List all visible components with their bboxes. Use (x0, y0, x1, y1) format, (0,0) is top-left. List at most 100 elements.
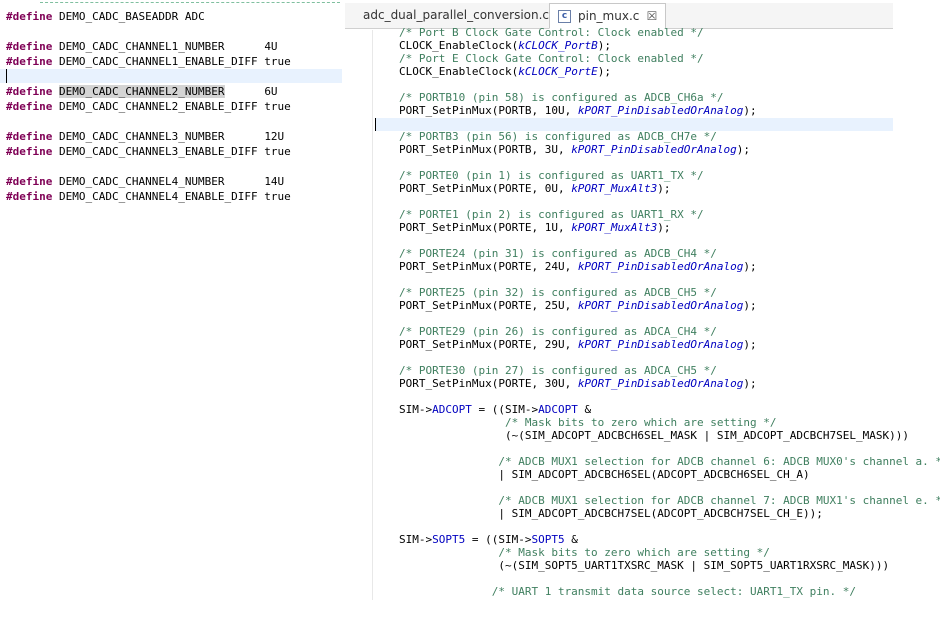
code-text: = ((SIM-> (471, 403, 539, 416)
comment-line[interactable]: /* PORTE29 (pin 26) is configured as ADC… (399, 325, 940, 338)
empty-code-line[interactable] (399, 78, 940, 91)
empty-code-line[interactable] (6, 69, 291, 84)
code-text: ); (743, 377, 757, 390)
code-line[interactable]: #define DEMO_CADC_CHANNEL2_ENABLE_DIFF t… (6, 99, 291, 114)
code-text: & (577, 403, 592, 416)
macro-name: DEMO_CADC_CHANNEL1_NUMBER (58, 40, 225, 53)
comment-line[interactable]: /* PORTB10 (pin 58) is configured as ADC… (399, 91, 940, 104)
code-line[interactable]: #define DEMO_CADC_BASEADDR ADC (6, 9, 291, 24)
comment-line[interactable]: /* PORTE30 (pin 27) is configured as ADC… (399, 364, 940, 377)
comment-line[interactable]: /* PORTB3 (pin 56) is configured as ADCB… (399, 130, 940, 143)
macro-name: DEMO_CADC_CHANNEL4_ENABLE_DIFF (58, 190, 258, 203)
code-line[interactable]: #define DEMO_CADC_CHANNEL4_ENABLE_DIFF t… (6, 189, 291, 204)
empty-code-line[interactable] (399, 520, 940, 533)
code-line[interactable]: CLOCK_EnableClock(kCLOCK_PortB); (399, 39, 940, 52)
field-name: SOPT5 (432, 533, 466, 546)
keyword-define: #define (6, 100, 53, 113)
comment-line[interactable]: /* PORTE25 (pin 32) is configured as ADC… (399, 286, 940, 299)
code-text: ); (597, 39, 611, 52)
code-text: SIM-> (399, 533, 433, 546)
enum-value: kCLOCK_PortE (518, 65, 598, 78)
code-text: ); (597, 65, 611, 78)
code-line[interactable]: SIM->ADCOPT = ((SIM->ADCOPT & (399, 403, 940, 416)
code-line[interactable]: PORT_SetPinMux(PORTE, 29U, kPORT_PinDisa… (399, 338, 940, 351)
comment-line[interactable]: /* Port E Clock Gate Control: Clock enab… (399, 52, 940, 65)
code-line[interactable]: PORT_SetPinMux(PORTE, 24U, kPORT_PinDisa… (399, 260, 940, 273)
code-text: CLOCK_EnableClock( (399, 39, 519, 52)
macro-name: DEMO_CADC_CHANNEL1_ENABLE_DIFF (58, 55, 258, 68)
enum-value: kPORT_PinDisabledOrAnalog (571, 143, 737, 156)
keyword-define: #define (6, 40, 53, 53)
empty-code-line[interactable] (6, 114, 291, 129)
enum-value: kPORT_MuxAlt3 (571, 182, 658, 195)
code-line[interactable]: PORT_SetPinMux(PORTB, 10U, kPORT_PinDisa… (399, 104, 940, 117)
left-code-editor[interactable]: #define DEMO_CADC_BASEADDR ADC #define D… (0, 0, 345, 632)
empty-code-line[interactable] (399, 481, 940, 494)
macro-value: true (264, 100, 291, 113)
field-name: ADCOPT (432, 403, 472, 416)
comment-line[interactable]: /* ADCB MUX1 selection for ADCB channel … (399, 455, 940, 468)
code-line[interactable]: #define DEMO_CADC_CHANNEL1_NUMBER 4U (6, 39, 291, 54)
empty-code-line[interactable] (399, 195, 940, 208)
code-line[interactable]: | SIM_ADCOPT_ADCBCH6SEL(ADCOPT_ADCBCH6SE… (399, 468, 940, 481)
keyword-define: #define (6, 130, 53, 143)
macro-name: DEMO_CADC_CHANNEL4_NUMBER (58, 175, 225, 188)
empty-code-line[interactable] (399, 117, 940, 130)
empty-code-line[interactable] (399, 312, 940, 325)
comment-line[interactable]: /* Mask bits to zero which are setting *… (399, 416, 940, 429)
code-line[interactable]: PORT_SetPinMux(PORTE, 1U, kPORT_MuxAlt3)… (399, 221, 940, 234)
comment-line[interactable]: /* PORTE24 (pin 31) is configured as ADC… (399, 247, 940, 260)
macro-value: 14U (264, 175, 285, 188)
macro-name: DEMO_CADC_CHANNEL2_ENABLE_DIFF (58, 100, 258, 113)
code-line[interactable]: SIM->SOPT5 = ((SIM->SOPT5 & (399, 533, 940, 546)
tab-adc-dual-parallel-conversion[interactable]: adc_dual_parallel_conversion.c (355, 3, 557, 28)
code-line[interactable]: #define DEMO_CADC_CHANNEL3_NUMBER 12U (6, 129, 291, 144)
code-line[interactable]: (~(SIM_ADCOPT_ADCBCH6SEL_MASK | SIM_ADCO… (399, 429, 940, 442)
editor-ruler (372, 30, 373, 600)
empty-code-line[interactable] (6, 159, 291, 174)
macro-value: true (264, 190, 291, 203)
code-line[interactable]: #define DEMO_CADC_CHANNEL4_NUMBER 14U (6, 174, 291, 189)
text-caret (375, 118, 376, 131)
code-line[interactable]: (~(SIM_SOPT5_UART1TXSRC_MASK | SIM_SOPT5… (399, 559, 940, 572)
enum-value: kPORT_PinDisabledOrAnalog (577, 260, 744, 273)
comment-line[interactable]: /* Mask bits to zero which are setting *… (399, 546, 940, 559)
comment-line[interactable]: /* PORTE1 (pin 2) is configured as UART1… (399, 208, 940, 221)
right-code-area[interactable]: /* Port B Clock Gate Control: Clock enab… (399, 26, 940, 598)
empty-code-line[interactable] (399, 273, 940, 286)
code-line[interactable]: #define DEMO_CADC_CHANNEL3_ENABLE_DIFF t… (6, 144, 291, 159)
code-text: ); (736, 143, 751, 156)
comment-line[interactable]: /* Port B Clock Gate Control: Clock enab… (399, 26, 940, 39)
code-line[interactable]: CLOCK_EnableClock(kCLOCK_PortE); (399, 65, 940, 78)
macro-name-selected: DEMO_CADC_CHANNEL2_NUMBER (58, 85, 225, 98)
empty-code-line[interactable] (399, 390, 940, 403)
comment-line[interactable]: /* ADCB MUX1 selection for ADCB channel … (399, 494, 940, 507)
empty-code-line[interactable] (399, 234, 940, 247)
macro-value: 12U (264, 130, 285, 143)
code-line[interactable]: PORT_SetPinMux(PORTE, 25U, kPORT_PinDisa… (399, 299, 940, 312)
comment-line[interactable]: /* PORTE0 (pin 1) is configured as UART1… (399, 169, 940, 182)
editor-top-divider (40, 2, 340, 3)
right-code-editor[interactable]: adc_dual_parallel_conversion.c c pin_mux… (345, 0, 940, 632)
comment-line[interactable]: /* UART 1 transmit data source select: U… (399, 585, 940, 598)
macro-value: true (264, 145, 291, 158)
empty-code-line[interactable] (399, 442, 940, 455)
empty-code-line[interactable] (399, 156, 940, 169)
left-code-area[interactable]: #define DEMO_CADC_BASEADDR ADC #define D… (6, 9, 291, 204)
empty-code-line[interactable] (399, 572, 940, 585)
empty-code-line[interactable] (399, 351, 940, 364)
code-line[interactable]: PORT_SetPinMux(PORTB, 3U, kPORT_PinDisab… (399, 143, 940, 156)
keyword-define: #define (6, 85, 53, 98)
code-line[interactable]: | SIM_ADCOPT_ADCBCH7SEL(ADCOPT_ADCBCH7SE… (399, 507, 940, 520)
code-line[interactable]: #define DEMO_CADC_CHANNEL2_NUMBER 6U (6, 84, 291, 99)
macro-value: ADC (184, 10, 205, 23)
code-text: PORT_SetPinMux(PORTE, 1U, (399, 221, 572, 234)
code-line[interactable]: PORT_SetPinMux(PORTE, 30U, kPORT_PinDisa… (399, 377, 940, 390)
enum-value: kCLOCK_PortB (518, 39, 598, 52)
macro-name: DEMO_CADC_BASEADDR (58, 10, 179, 23)
code-text: PORT_SetPinMux(PORTE, 30U, (399, 377, 578, 390)
enum-value: kPORT_PinDisabledOrAnalog (577, 104, 744, 117)
code-line[interactable]: PORT_SetPinMux(PORTE, 0U, kPORT_MuxAlt3)… (399, 182, 940, 195)
code-text: & (564, 533, 578, 546)
code-line[interactable]: #define DEMO_CADC_CHANNEL1_ENABLE_DIFF t… (6, 54, 291, 69)
